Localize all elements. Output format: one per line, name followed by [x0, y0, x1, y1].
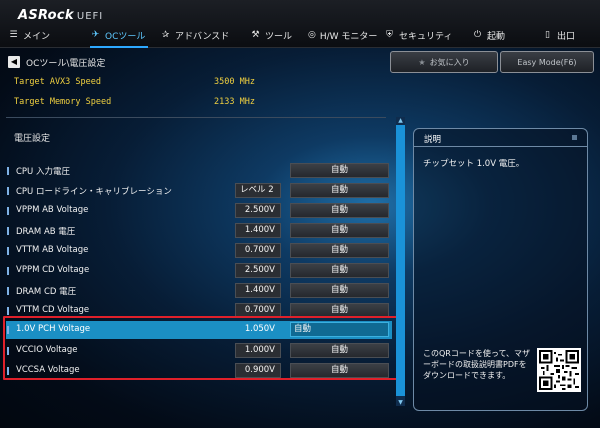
- tab-main[interactable]: ☰ メイン: [0, 24, 82, 46]
- setting-row-dram-ab[interactable]: DRAM AB 電圧 1.400V 自動: [6, 222, 392, 240]
- easy-mode-button[interactable]: Easy Mode(F6): [500, 51, 594, 73]
- tab-advanced[interactable]: ✰ アドバンスド: [152, 24, 242, 46]
- list-icon: ☰: [9, 30, 18, 40]
- exit-icon: ▯: [545, 30, 550, 40]
- target-memory-label: Target Memory Speed: [14, 97, 112, 107]
- description-panel: 説明 チップセット 1.0V 電圧。 このQRコードを使って、マザーボードの取扱…: [413, 128, 588, 411]
- qr-caption: このQRコードを使って、マザーボードの取扱説明書PDFをダウンロードできます。: [423, 349, 531, 380]
- row-marker: [7, 167, 9, 175]
- tab-exit[interactable]: ▯ 出口: [534, 24, 590, 46]
- rocket-icon: ✈: [91, 30, 100, 40]
- back-arrow-icon[interactable]: ◀: [8, 56, 20, 68]
- setting-row-dram-cd[interactable]: DRAM CD 電圧 1.400V 自動: [6, 282, 392, 300]
- row-marker: [7, 187, 9, 195]
- monitor-icon: ◎: [308, 30, 316, 40]
- value-field: 1.400V: [235, 223, 281, 238]
- top-bar: ASRock UEFI ☰ メイン ✈ OCツール ✰ アドバンスド ⚒ ツール …: [0, 0, 600, 48]
- tab-tools[interactable]: ⚒ ツール: [242, 24, 300, 46]
- scroll-up-icon[interactable]: ▲: [396, 117, 405, 124]
- value-field: 2.500V: [235, 263, 281, 278]
- shield-icon: ⛨: [386, 30, 393, 40]
- power-icon: ⏻: [473, 30, 482, 40]
- option-select[interactable]: 自動: [290, 203, 389, 218]
- value-field: 0.700V: [235, 243, 281, 258]
- setting-row-vppm-ab[interactable]: VPPM AB Voltage 2.500V 自動: [6, 202, 392, 220]
- section-title: 電圧設定: [14, 134, 51, 144]
- scroll-down-icon[interactable]: ▼: [396, 399, 405, 406]
- option-select[interactable]: 自動: [290, 243, 389, 258]
- setting-row-vppm-cd[interactable]: VPPM CD Voltage 2.500V 自動: [6, 262, 392, 280]
- qr-code-icon: [537, 348, 581, 392]
- row-marker: [7, 227, 9, 235]
- target-memory-value: 2133 MHz: [214, 97, 255, 107]
- star-icon: ★: [418, 57, 426, 67]
- option-select[interactable]: 自動: [290, 183, 389, 198]
- scrollbar[interactable]: ▲ ▼: [396, 117, 405, 406]
- main-nav: ☰ メイン ✈ OCツール ✰ アドバンスド ⚒ ツール ◎ H/W モニター …: [0, 24, 600, 48]
- divider: [6, 117, 386, 118]
- tab-security[interactable]: ⛨ セキュリティ: [376, 24, 464, 46]
- value-field: 2.500V: [235, 203, 281, 218]
- target-avx3-value: 3500 MHz: [214, 77, 255, 87]
- value-field: 1.400V: [235, 283, 281, 298]
- scrollbar-thumb[interactable]: [396, 125, 405, 396]
- star-icon: ✰: [161, 30, 170, 40]
- option-select[interactable]: 自動: [290, 223, 389, 238]
- row-marker: [7, 287, 9, 295]
- row-marker: [7, 267, 9, 275]
- breadcrumb-text: OCツール\電圧設定: [26, 58, 106, 69]
- option-select[interactable]: 自動: [290, 163, 389, 178]
- highlight-annotation-box: [3, 316, 399, 380]
- asrock-logo: ASRock UEFI: [18, 8, 104, 23]
- tab-oc-tools[interactable]: ✈ OCツール: [82, 24, 152, 48]
- row-marker: [7, 207, 9, 215]
- favorites-button[interactable]: ★ お気に入り: [390, 51, 498, 73]
- row-marker: [7, 307, 9, 315]
- description-text: チップセット 1.0V 電圧。: [423, 159, 525, 169]
- target-avx3-label: Target AVX3 Speed: [14, 77, 101, 87]
- tab-hw-monitor[interactable]: ◎ H/W モニター: [300, 24, 377, 46]
- square-icon: [572, 135, 577, 140]
- row-marker: [7, 247, 9, 255]
- value-field: レベル 2: [235, 183, 281, 198]
- option-select[interactable]: 自動: [290, 263, 389, 278]
- setting-row-cpu-loadline[interactable]: CPU ロードライン・キャリブレーション レベル 2 自動: [6, 182, 392, 200]
- setting-row-cpu-input-voltage[interactable]: CPU 入力電圧 自動: [6, 162, 392, 180]
- description-header: 説明: [414, 129, 587, 147]
- breadcrumb: ◀ OCツール\電圧設定: [8, 54, 105, 70]
- option-select[interactable]: 自動: [290, 283, 389, 298]
- tools-icon: ⚒: [251, 30, 260, 40]
- setting-row-vttm-ab[interactable]: VTTM AB Voltage 0.700V 自動: [6, 242, 392, 260]
- tab-boot[interactable]: ⏻ 起動: [464, 24, 534, 46]
